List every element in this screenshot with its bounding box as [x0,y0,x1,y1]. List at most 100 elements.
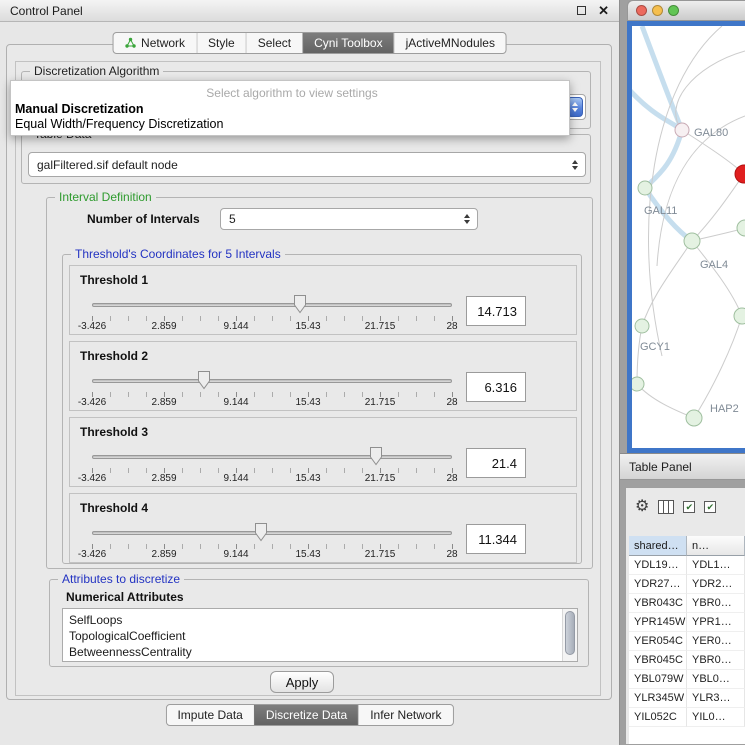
table-cell[interactable]: YIL052C [629,708,687,727]
table-cell[interactable]: YDR27… [629,575,687,594]
table-row[interactable]: YIL052CYIL0… [629,708,745,727]
threshold-value-field[interactable] [466,448,526,478]
table-cell[interactable]: YDL1… [687,556,745,575]
tab-impute-data[interactable]: Impute Data [166,705,253,725]
tab-content-pane: Discretization Algorithm Table Data galF… [6,44,612,700]
threshold-slider[interactable]: -3.4262.8599.14415.4321.71528 [92,442,452,484]
slider-scale-label: 21.715 [365,321,396,332]
columns-icon[interactable] [658,500,674,514]
group-title: Threshold's Coordinates for 5 Intervals [71,247,285,261]
scrollbar-thumb[interactable] [565,611,575,655]
attributes-list[interactable]: SelfLoops TopologicalCoefficient Between… [62,608,578,662]
network-node[interactable] [734,308,745,324]
table-cell[interactable]: YBR043C [629,594,687,613]
table-row[interactable]: YDL19…YDL1… [629,556,745,575]
network-node[interactable] [686,410,702,426]
tab-cyni-toolbox[interactable]: Cyni Toolbox [302,33,393,53]
table-cell[interactable]: YPR1… [687,613,745,632]
table-row[interactable]: YER054CYER0… [629,632,745,651]
tab-discretize-data[interactable]: Discretize Data [254,705,358,725]
combo-value: 5 [229,212,236,226]
tab-style[interactable]: Style [196,33,246,53]
threshold-slider[interactable]: -3.4262.8599.14415.4321.71528 [92,366,452,408]
table-cell[interactable]: YER054C [629,632,687,651]
column-header-name[interactable]: n… [687,536,745,556]
list-scrollbar[interactable] [562,609,577,661]
table-cell[interactable]: YBL079W [629,670,687,689]
threshold-slider[interactable]: -3.4262.8599.14415.4321.71528 [92,290,452,332]
table-cell[interactable]: YIL0… [687,708,745,727]
tab-label: Infer Network [370,708,441,722]
tab-select[interactable]: Select [246,33,302,53]
close-panel-icon[interactable]: ✕ [598,4,609,17]
slider-thumb[interactable] [293,294,307,314]
slider-scale-label: 15.43 [295,321,320,332]
table-cell[interactable]: YBL0… [687,670,745,689]
table-row[interactable]: YDR27…YDR2… [629,575,745,594]
table-row[interactable]: YBR045CYBR0… [629,651,745,670]
network-node[interactable] [684,233,700,249]
network-node[interactable] [675,123,689,137]
table-cell[interactable]: YLR345W [629,689,687,708]
network-node[interactable] [632,377,644,391]
slider-scale-label: 21.715 [365,397,396,408]
table-cell[interactable]: YER0… [687,632,745,651]
tab-jactivemnodules[interactable]: jActiveMNodules [394,33,506,53]
tab-label: Cyni Toolbox [314,36,382,50]
unselect-all-check-icon[interactable]: ✔ [704,501,716,513]
column-header-shared-name[interactable]: shared… [629,536,687,556]
popup-item-equal-width-frequency[interactable]: Equal Width/Frequency Discretization [15,117,569,132]
table-cell[interactable]: YLR3… [687,689,745,708]
network-view[interactable]: GAL80 GAL11 GAL4 GCY1 HAP2 [627,21,745,453]
slider-track[interactable] [92,531,452,535]
slider-track[interactable] [92,455,452,459]
threshold-value-field[interactable] [466,524,526,554]
network-node[interactable] [635,319,649,333]
table-data-combobox[interactable]: galFiltered.sif default node [28,152,586,177]
slider-thumb[interactable] [197,370,211,390]
threshold-panel-3: Threshold 3 -3.4262.8599.14415.4321.7152… [69,417,577,487]
list-item[interactable]: TopologicalCoefficient [69,628,577,644]
network-canvas[interactable]: GAL80 GAL11 GAL4 GCY1 HAP2 [632,26,745,453]
float-panel-icon[interactable] [577,6,586,15]
table-cell[interactable]: YPR145W [629,613,687,632]
tab-network[interactable]: Network [113,33,196,53]
table-cell[interactable]: YBR0… [687,594,745,613]
table-row[interactable]: YBR043CYBR0… [629,594,745,613]
list-item[interactable]: SelfLoops [69,612,577,628]
network-node[interactable] [737,220,745,236]
popup-item-manual-discretization[interactable]: Manual Discretization [15,102,569,117]
apply-button[interactable]: Apply [270,671,334,693]
network-node[interactable] [638,181,652,195]
table-row[interactable]: YPR145WYPR1… [629,613,745,632]
table-cell[interactable]: YDL19… [629,556,687,575]
slider-track[interactable] [92,379,452,383]
select-all-check-icon[interactable]: ✔ [683,501,695,513]
tab-infer-network[interactable]: Infer Network [358,705,452,725]
data-table: shared… n… YDL19…YDL1…YDR27…YDR2…YBR043C… [629,536,745,744]
threshold-slider[interactable]: -3.4262.8599.14415.4321.71528 [92,518,452,560]
table-row[interactable]: YLR345WYLR3… [629,689,745,708]
slider-scale-label: 9.144 [223,473,248,484]
network-window: GAL80 GAL11 GAL4 GCY1 HAP2 [627,0,745,453]
window-close-icon[interactable] [636,5,647,16]
threshold-value-field[interactable] [466,372,526,402]
threshold-panel-4: Threshold 4 -3.4262.8599.14415.4321.7152… [69,493,577,563]
list-item[interactable]: BetweennessCentrality [69,644,577,660]
slider-scale: -3.4262.8599.14415.4321.71528 [92,321,452,333]
table-cell[interactable]: YBR045C [629,651,687,670]
gear-icon[interactable]: ⚙ [635,499,649,515]
group-title: Attributes to discretize [58,572,184,586]
slider-scale-label: 9.144 [223,321,248,332]
window-minimize-icon[interactable] [652,5,663,16]
table-row[interactable]: YBL079WYBL0… [629,670,745,689]
slider-track[interactable] [92,303,452,307]
panel-title: Control Panel [10,4,577,18]
threshold-value-field[interactable] [466,296,526,326]
table-cell[interactable]: YDR2… [687,575,745,594]
slider-thumb[interactable] [369,446,383,466]
window-zoom-icon[interactable] [668,5,679,16]
slider-thumb[interactable] [254,522,268,542]
number-of-intervals-combobox[interactable]: 5 [220,208,478,230]
table-cell[interactable]: YBR0… [687,651,745,670]
